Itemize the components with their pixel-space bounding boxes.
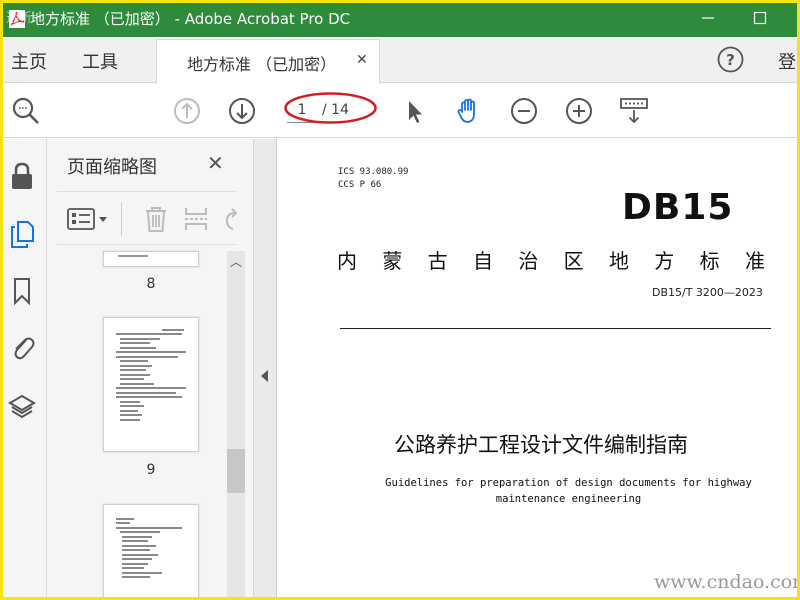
thumbnail-text-block [104,505,198,578]
standard-type-char: 自 [472,249,495,273]
document-page: ICS 93.080.99 CCS P 66 DB15 内 蒙 古 自 治 区 … [277,139,800,600]
standard-type-char: 地 [608,249,631,273]
english-title-line: Guidelines for preparation of design doc… [385,477,752,489]
insert-page-icon[interactable] [183,205,209,233]
standard-type-char: 准 [744,249,767,273]
standard-type-char: 蒙 [382,249,405,273]
previous-page-icon[interactable] [171,95,203,127]
standard-type-char: 标 [699,249,722,273]
sign-in-link[interactable]: 登 [778,48,796,74]
navigation-rail [0,139,47,600]
menu-home[interactable]: 主页 [11,48,47,74]
thumbnail-page-8[interactable] [103,251,199,267]
standard-number: DB15/T 3200—2023 [652,286,763,299]
minimize-icon [702,17,714,19]
ccs-code: CCS P 66 [338,180,382,190]
collapse-panel-handle[interactable] [254,139,277,600]
layers-icon[interactable] [8,392,36,422]
english-title-line: maintenance engineering [495,493,642,505]
scroll-up-icon[interactable]: ︿ [227,251,245,273]
thumbnail-page-number: 9 [146,462,156,478]
ics-code: ICS 93.080.99 [338,167,409,177]
lock-icon[interactable] [8,161,36,191]
thumbnail-scrollbar[interactable] [227,251,245,600]
document-tab-label: 地方标准 （已加密） [187,55,337,74]
help-icon[interactable]: ? [717,46,744,73]
standard-type-char: 区 [563,249,586,273]
menu-bar: 主页 工具 地方标准 （已加密） ✕ ? 登 [0,37,800,84]
svg-text:?: ? [726,51,735,69]
hand-tool-icon[interactable] [453,95,485,127]
header-rule [340,328,771,329]
thumbnail-page-number: 8 [146,276,156,292]
attachment-icon[interactable] [8,332,36,362]
site-watermark: www.cndao.com [654,571,800,593]
thumbnail-page-10[interactable] [103,504,199,600]
standard-code: DB15 [622,187,734,228]
window-title: 地方标准 （已加密） - Adobe Acrobat Pro DC [30,10,351,28]
standard-type-char: 治 [518,249,541,273]
thumbnail-text-block [104,318,198,421]
trash-icon[interactable] [143,205,169,233]
thumbnail-panel-title: 页面缩略图 [67,157,157,178]
thumbnail-options-icon[interactable] [67,207,113,231]
toolbar-divider [121,202,122,236]
standard-type: 内 蒙 古 自 治 区 地 方 标 准 [337,245,767,274]
next-page-icon[interactable] [226,95,258,127]
thumbnail-text-line [118,255,148,257]
menu-tools[interactable]: 工具 [82,48,118,74]
maximize-icon [753,11,767,25]
document-tab[interactable]: 地方标准 （已加密） ✕ [156,39,380,84]
thumbnail-toolbar [57,191,237,245]
zoom-out-icon[interactable] [508,95,540,127]
maximize-button[interactable] [748,6,772,30]
close-panel-icon[interactable]: ✕ [207,151,224,175]
standard-type-char: 方 [654,249,677,273]
document-title-english: Guidelines for preparation of design doc… [337,475,800,507]
title-bar: 透析· 地方标准 （已加密） - Adobe Acrobat Pro DC [0,0,800,37]
zoom-in-icon[interactable] [563,95,595,127]
scroll-mode-icon[interactable] [618,95,650,127]
search-zoom-icon[interactable] [10,95,42,127]
thumbnail-panel: 页面缩略图 ✕ 8 9 ︿ [47,139,254,600]
standard-type-char: 内 [337,249,359,273]
standard-type-char: 古 [427,249,450,273]
minimize-button[interactable] [696,6,720,30]
highlight-ellipse [284,92,377,124]
page-thumbnails-icon[interactable] [8,219,36,249]
document-title: 公路养护工程设计文件编制指南 [394,433,688,457]
select-cursor-icon[interactable] [398,95,430,127]
rotate-page-icon[interactable] [221,205,237,233]
collapse-arrow-icon [261,370,268,382]
toolbar [0,84,800,138]
thumbnail-page-9[interactable] [103,317,199,452]
bookmark-icon[interactable] [8,276,36,306]
scrollbar-thumb[interactable] [227,449,245,493]
close-tab-icon[interactable]: ✕ [356,52,368,68]
